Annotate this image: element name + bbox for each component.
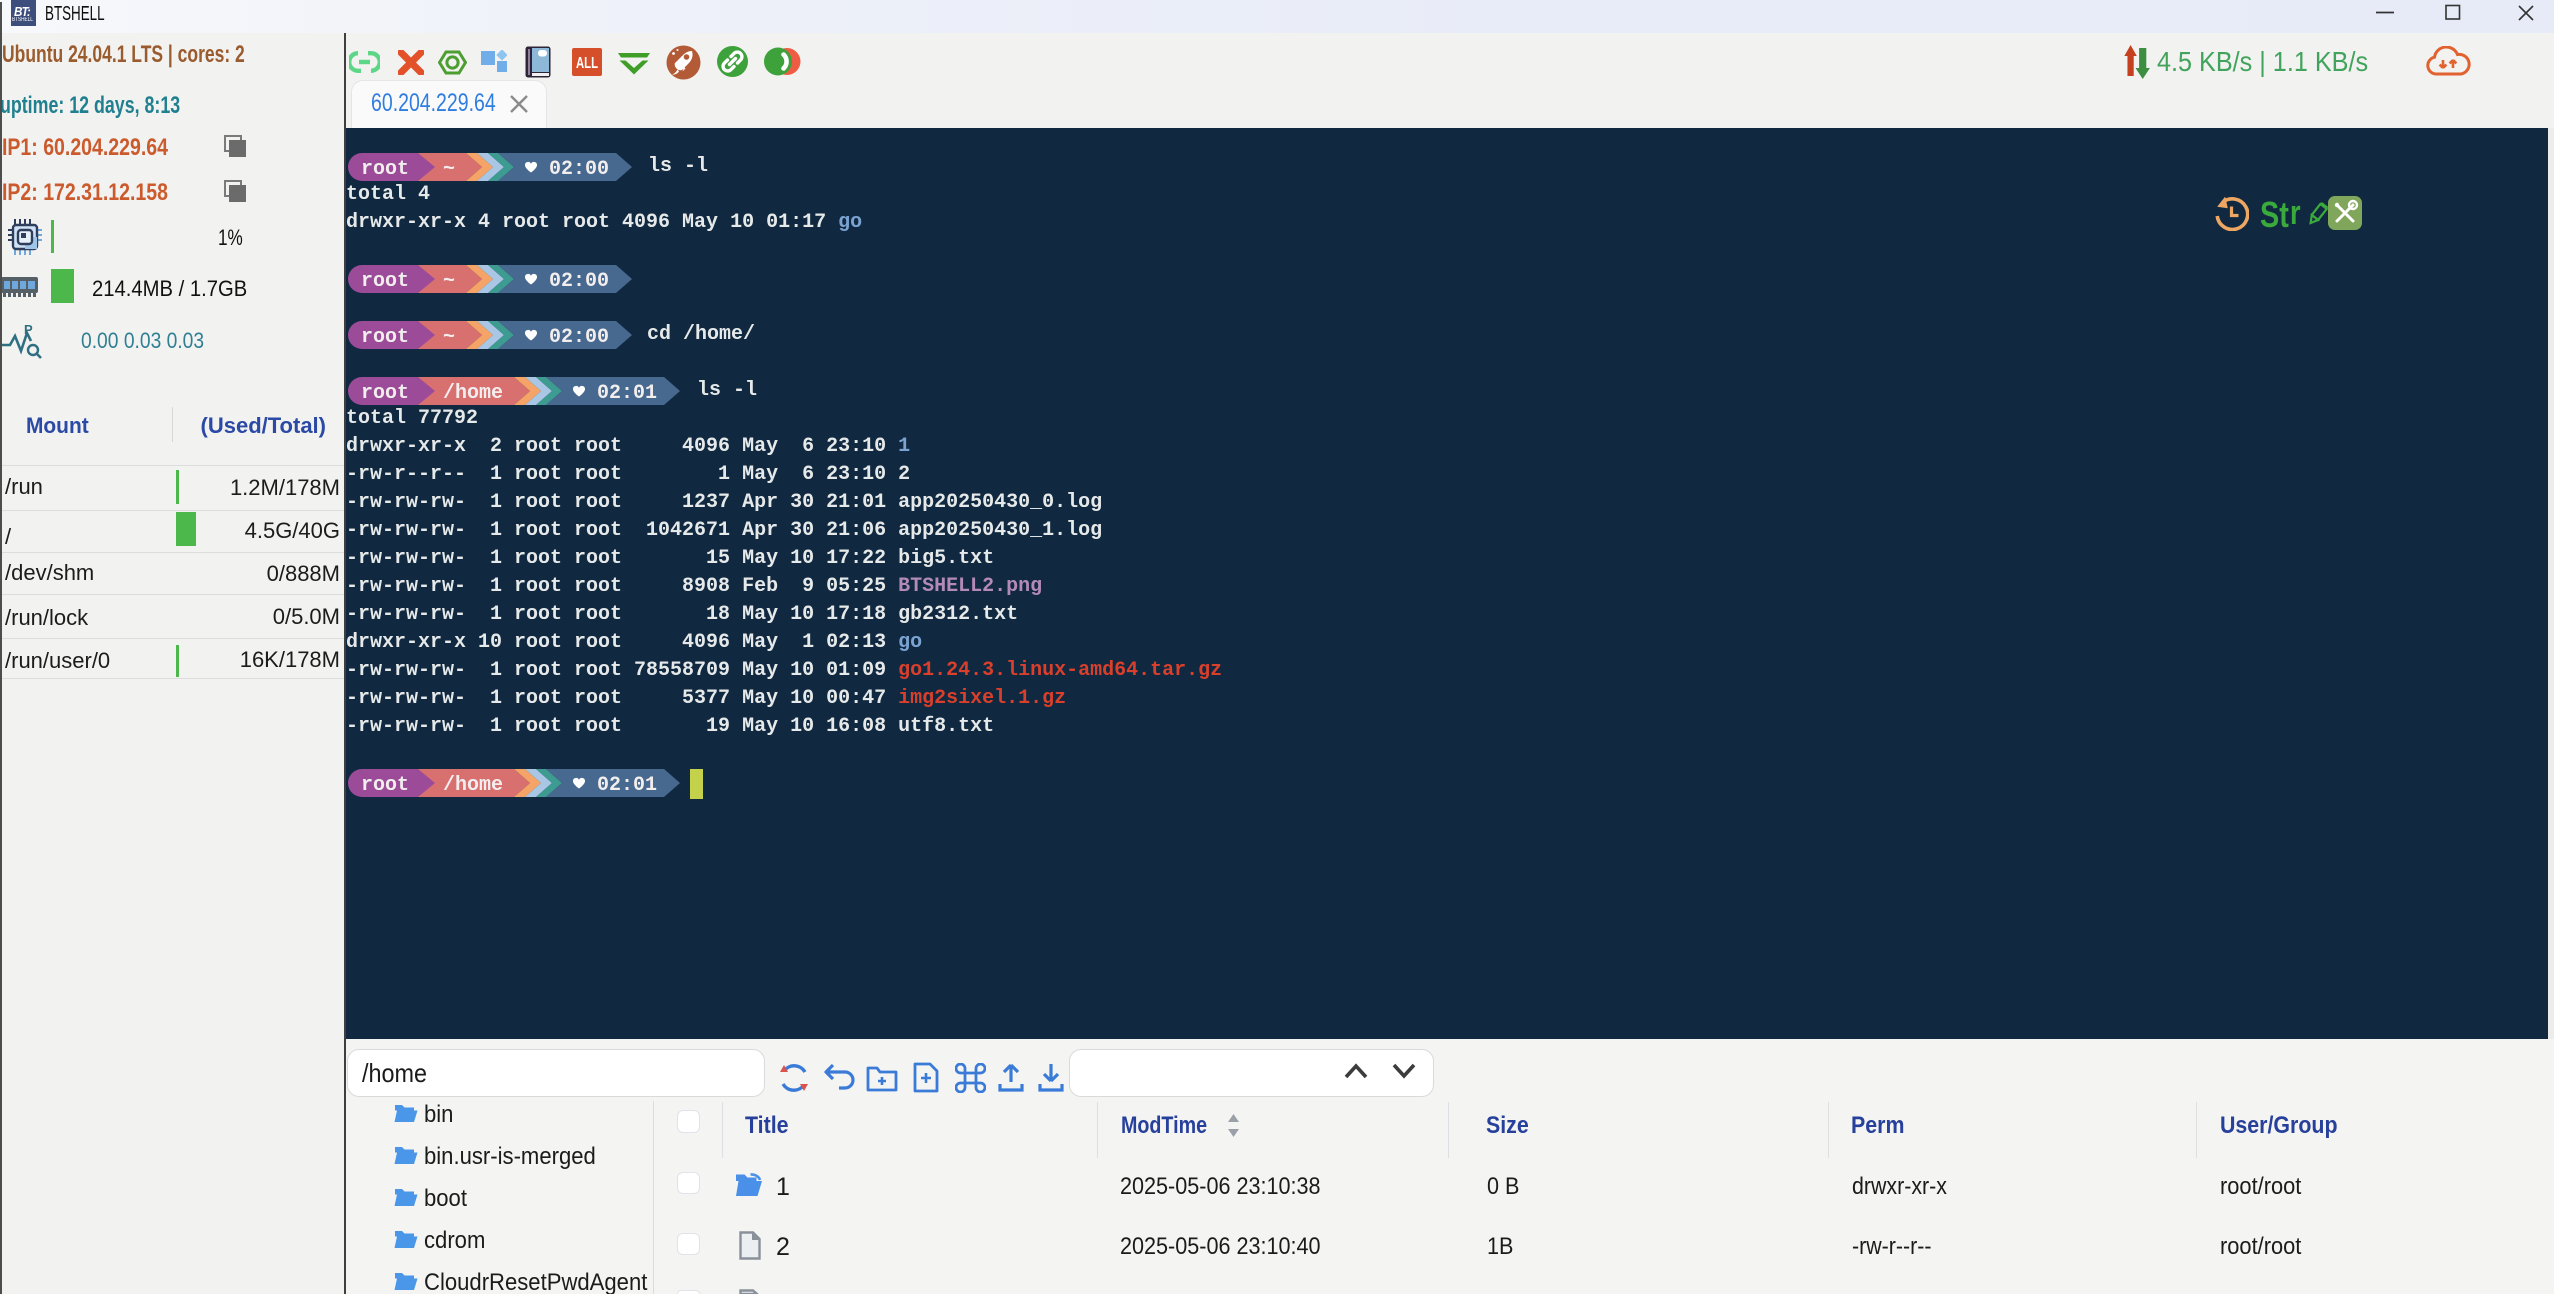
svg-text:02:00: 02:00 <box>549 326 609 349</box>
svg-text:02:01: 02:01 <box>597 774 657 797</box>
svg-text:root: root <box>361 158 409 181</box>
svg-text:~: ~ <box>443 158 455 181</box>
svg-text:02:00: 02:00 <box>549 270 609 293</box>
svg-text:/home: /home <box>443 774 503 797</box>
svg-text:~: ~ <box>443 270 455 293</box>
svg-text:root: root <box>361 774 409 797</box>
svg-text:root: root <box>361 270 409 293</box>
svg-text:ALL: ALL <box>576 55 598 72</box>
svg-text:02:00: 02:00 <box>549 158 609 181</box>
svg-text:P: P <box>24 323 33 337</box>
svg-text:root: root <box>361 382 409 405</box>
svg-text:root: root <box>361 326 409 349</box>
svg-text:~: ~ <box>443 326 455 349</box>
svg-text:r: r <box>2290 200 2301 232</box>
svg-text:/home: /home <box>443 382 503 405</box>
svg-text:02:01: 02:01 <box>597 382 657 405</box>
